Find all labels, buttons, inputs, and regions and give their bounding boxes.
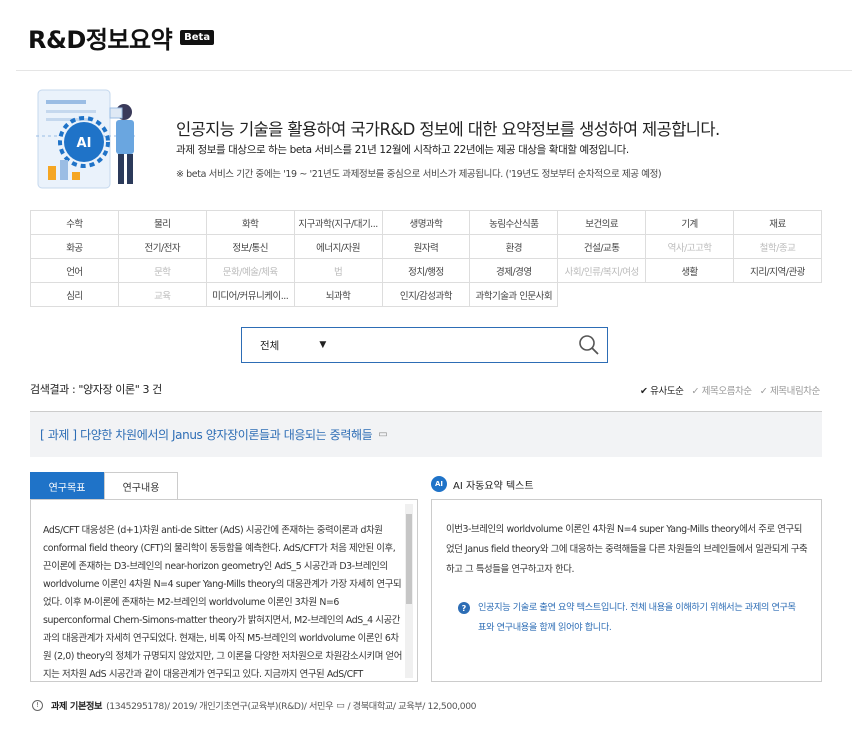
ai-notice-text: 인공지능 기술로 출연 요약 텍스트입니다. 전체 내용을 이해하기 위해서는 … <box>478 602 796 633</box>
category-cell: 문화/예술/체육 <box>205 258 295 283</box>
detail-tabs: 연구목표 연구내용 <box>30 472 178 500</box>
ai-summary-text: 이번3-브레인의 worldvolume 이론인 4차원 N=4 super Y… <box>446 524 808 575</box>
category-cell[interactable]: 언어 <box>30 258 119 283</box>
category-cell[interactable]: 심리 <box>30 282 119 307</box>
project-info-right: / 경북대학교/ 교육부/ 12,500,000 <box>347 701 477 712</box>
category-cell[interactable]: 생활 <box>645 258 734 283</box>
category-cell[interactable]: 물리 <box>117 210 207 235</box>
sort-options: ✔ 유사도순 ✓ 제목오름차순 ✓ 제목내림차순 <box>640 383 820 397</box>
scrollbar[interactable] <box>405 504 413 678</box>
category-cell[interactable]: 원자력 <box>381 234 471 259</box>
category-row: 화공 전기/전자 정보/통신 에너지/자원 원자력 환경 건설/교통 역사/고고학 철학/종교 <box>30 234 822 259</box>
beta-badge: Beta <box>180 30 215 45</box>
search-input[interactable] <box>362 328 571 362</box>
category-cell[interactable]: 화공 <box>30 234 119 259</box>
category-cell[interactable]: 인지/감성과학 <box>381 282 471 307</box>
result-title-link[interactable]: [ 과제 ] 다양한 차원에서의 Janus 양자장이론들과 대응되는 중력해들 <box>40 426 373 443</box>
ai-badge-icon: AI <box>431 476 447 492</box>
category-cell[interactable]: 보건의료 <box>557 210 647 235</box>
category-cell[interactable]: 지리/지역/관광 <box>733 258 822 283</box>
category-cell[interactable]: 건설/교통 <box>557 234 647 259</box>
page-title: R&D정보요약 <box>28 26 173 54</box>
category-cell[interactable]: 뇌과학 <box>293 282 383 307</box>
project-basic-info: ! 과제 기본정보 (1345295178)/ 2019/ 개인기초연구(교육부… <box>32 698 477 712</box>
category-cell[interactable]: 재료 <box>733 210 822 235</box>
page-header: R&D정보요약 Beta <box>28 20 215 55</box>
intro-headline: 인공지능 기술을 활용하여 국가R&D 정보에 대한 요약정보를 생성하여 제공… <box>176 120 720 139</box>
search-scope-select[interactable]: 전체 ▼ <box>242 338 362 353</box>
search-scope-value: 전체 <box>260 339 280 352</box>
category-cell[interactable]: 과학기술과 인문사회 <box>469 282 559 307</box>
category-cell[interactable]: 수학 <box>30 210 119 235</box>
result-item: [ 과제 ] 다양한 차원에서의 Janus 양자장이론들과 대응되는 중력해들… <box>30 411 822 457</box>
category-grid: 수학 물리 화학 지구과학(지구/대기... 생명과학 농림수산식품 보건의료 기계 재료 화공 전… <box>30 210 822 307</box>
category-empty-cell <box>558 283 646 307</box>
category-cell[interactable]: 지구과학(지구/대기... <box>293 210 383 235</box>
category-cell: 사회/인류/복지/여성 <box>557 258 647 283</box>
category-cell: 법 <box>293 258 383 283</box>
ai-summary-title: AI 자동요약 텍스트 <box>453 480 534 492</box>
detail-tab[interactable]: 연구내용 <box>104 472 178 500</box>
detail-tab[interactable]: 연구목표 <box>30 472 104 500</box>
document-icon[interactable]: ▭ <box>336 700 345 711</box>
ai-notice: ? 인공지능 기술로 출연 요약 텍스트입니다. 전체 내용을 이해하기 위해서… <box>458 598 803 638</box>
intro-subline: 과제 정보를 대상으로 하는 beta 서비스를 21년 12월에 시작하고 2… <box>176 144 629 156</box>
category-cell[interactable]: 미디어/커뮤니케이... <box>205 282 295 307</box>
header-divider <box>16 70 852 71</box>
category-cell: 철학/종교 <box>733 234 822 259</box>
ai-illustration: AI <box>36 89 136 189</box>
result-count: 검색결과 : "양자장 이론" 3 건 <box>30 383 162 396</box>
category-row: 수학 물리 화학 지구과학(지구/대기... 생명과학 농림수산식품 보건의료 기계 재료 <box>30 210 822 235</box>
research-goal-text: AdS/CFT 대응성은 (d+1)차원 anti-de Sitter (AdS… <box>43 525 402 680</box>
category-cell[interactable]: 정보/통신 <box>205 234 295 259</box>
category-empty-cell <box>734 283 822 307</box>
project-info-label: 과제 기본정보 <box>51 701 103 712</box>
category-cell: 역사/고고학 <box>645 234 734 259</box>
category-cell: 문학 <box>117 258 207 283</box>
search-icon[interactable] <box>571 327 607 363</box>
category-row: 언어 문학 문화/예술/체육 법 정치/행정 경제/경영 사회/인류/복지/여성 생활 지리/지… <box>30 258 822 283</box>
category-cell[interactable]: 에너지/자원 <box>293 234 383 259</box>
category-cell[interactable]: 기계 <box>645 210 734 235</box>
ai-summary-panel: 이번3-브레인의 worldvolume 이론인 4차원 N=4 super Y… <box>431 499 822 682</box>
search-box: 전체 ▼ <box>241 327 608 363</box>
ai-illustration-label: AI <box>77 136 92 151</box>
sort-option[interactable]: ✓ 제목내림차순 <box>760 383 821 397</box>
category-cell[interactable]: 화학 <box>205 210 295 235</box>
sort-option[interactable]: ✔ 유사도순 <box>640 383 684 397</box>
category-cell[interactable]: 전기/전자 <box>117 234 207 259</box>
category-cell[interactable]: 생명과학 <box>381 210 471 235</box>
category-row: 심리 교육 미디어/커뮤니케이... 뇌과학 인지/감성과학 과학기술과 인문사회 <box>30 282 822 307</box>
category-cell: 교육 <box>117 282 207 307</box>
category-cell[interactable]: 경제/경영 <box>469 258 559 283</box>
category-cell[interactable]: 농림수산식품 <box>469 210 559 235</box>
intro-note: ※ beta 서비스 기간 중에는 '19 ~ '21년도 과제정보를 중심으로… <box>176 169 662 180</box>
scroll-thumb[interactable] <box>406 514 412 604</box>
question-icon: ? <box>458 602 470 614</box>
category-empty-cell <box>646 283 734 307</box>
document-icon[interactable]: ▭ <box>378 429 387 440</box>
category-cell[interactable]: 환경 <box>469 234 559 259</box>
ai-summary-header: AI AI 자동요약 텍스트 <box>431 476 534 492</box>
sort-option[interactable]: ✓ 제목오름차순 <box>692 383 753 397</box>
research-goal-panel: AdS/CFT 대응성은 (d+1)차원 anti-de Sitter (AdS… <box>30 499 418 682</box>
category-cell[interactable]: 정치/행정 <box>381 258 471 283</box>
caret-down-icon: ▼ <box>319 340 327 350</box>
project-info-left: (1345295178)/ 2019/ 개인기초연구(교육부)(R&D)/ 서민… <box>106 701 334 712</box>
info-icon: ! <box>32 699 43 711</box>
